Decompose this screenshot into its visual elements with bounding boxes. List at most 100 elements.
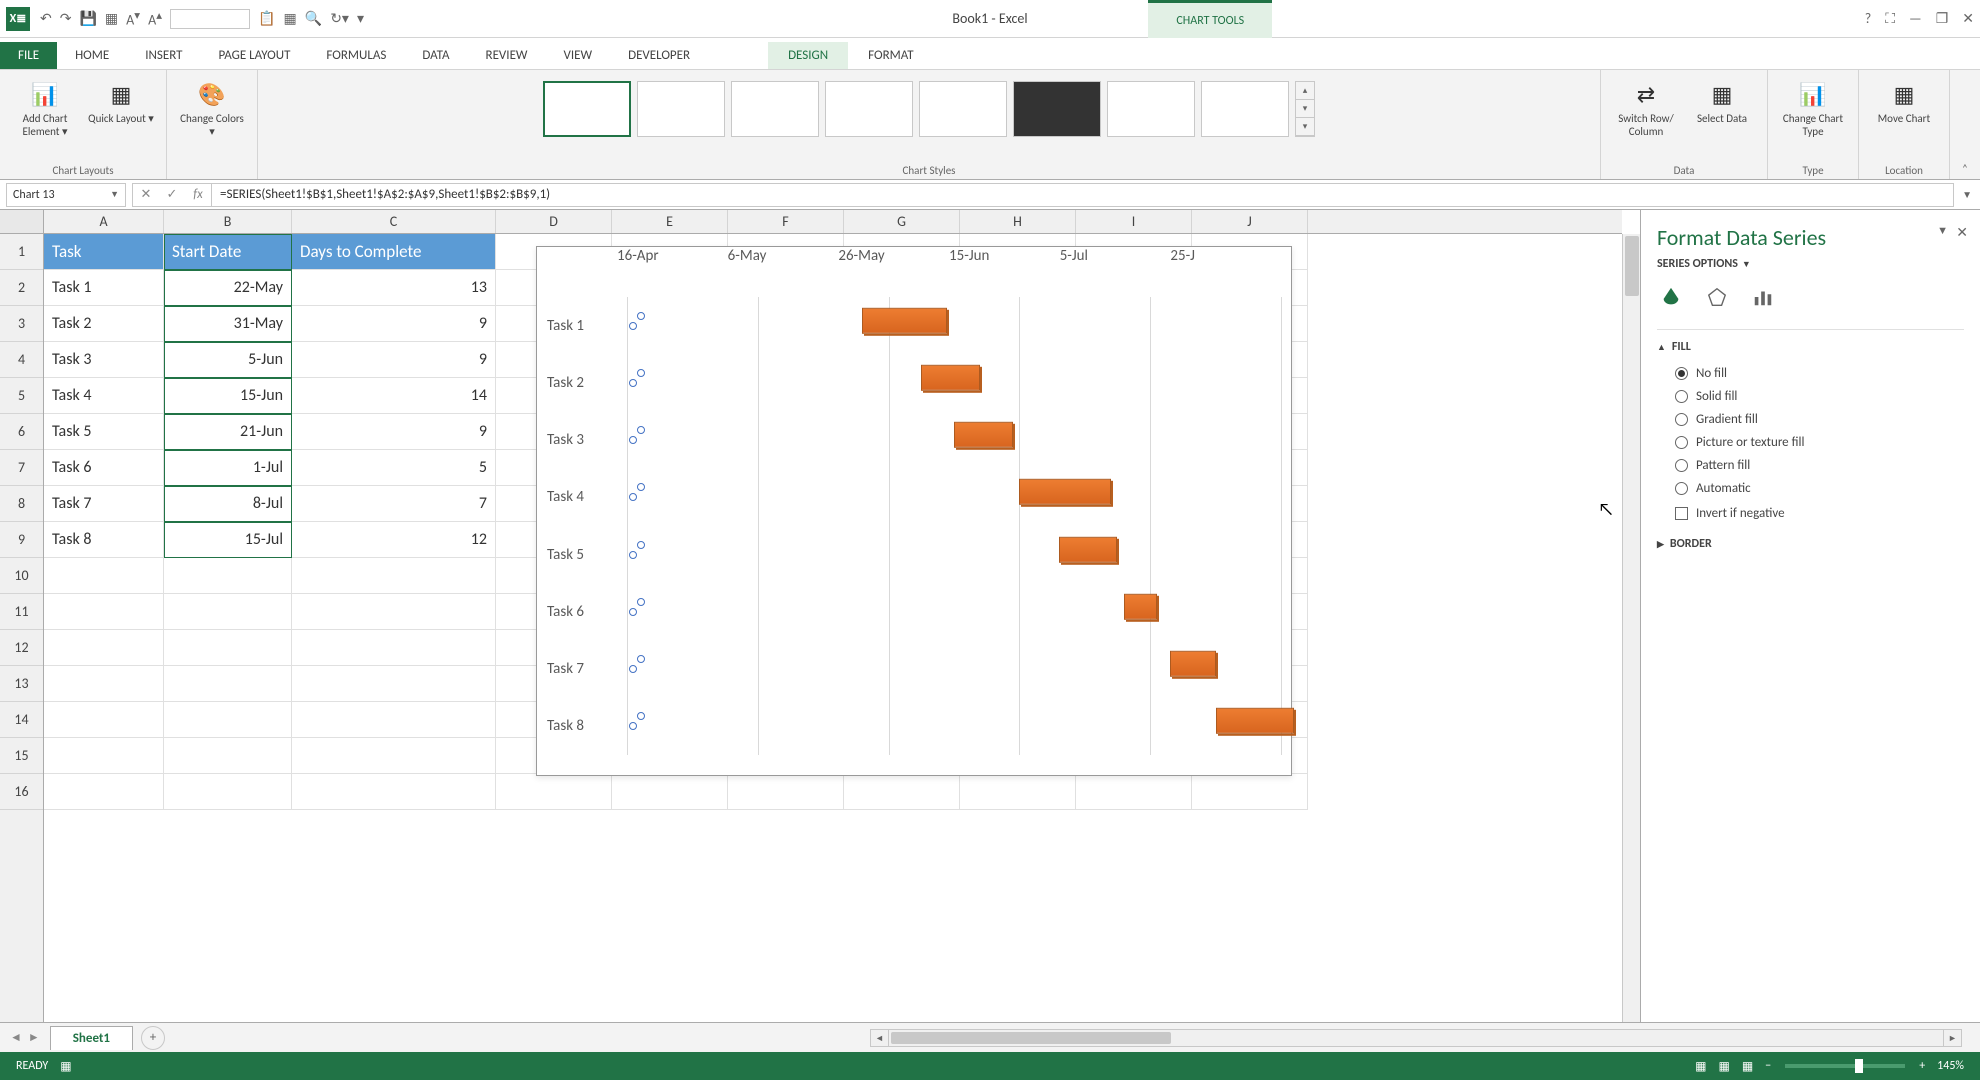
tab-formulas[interactable]: FORMULAS — [308, 42, 404, 69]
row-header-10[interactable]: 10 — [0, 558, 43, 594]
add-sheet-button[interactable]: + — [141, 1026, 165, 1050]
row-header-2[interactable]: 2 — [0, 270, 43, 306]
save-icon[interactable]: 💾 — [79, 10, 96, 27]
chart-style-6[interactable] — [1013, 81, 1101, 137]
fill-line-icon[interactable] — [1657, 283, 1685, 311]
cell-C8[interactable]: 7 — [292, 486, 496, 522]
fill-option-solid-fill[interactable]: Solid fill — [1657, 385, 1964, 408]
pane-options-icon[interactable]: ▼ — [1937, 224, 1948, 237]
cell-C9[interactable]: 12 — [292, 522, 496, 558]
view-normal-icon[interactable]: ▦ — [1695, 1059, 1706, 1074]
series-selection-handle[interactable] — [629, 551, 637, 559]
cell-C10[interactable] — [292, 558, 496, 594]
formula-input[interactable]: =SERIES(Sheet1!$B$1,Sheet1!$A$2:$A$9,She… — [212, 183, 1954, 207]
chart-style-5[interactable] — [919, 81, 1007, 137]
cell-H16[interactable] — [960, 774, 1076, 810]
row-header-9[interactable]: 9 — [0, 522, 43, 558]
fill-option-no-fill[interactable]: No fill — [1657, 362, 1964, 385]
chart-plot-area[interactable] — [627, 297, 1281, 755]
switch-row-column-button[interactable]: ⇄ Switch Row/ Column — [1611, 74, 1681, 142]
row-header-1[interactable]: 1 — [0, 234, 43, 270]
row-header-16[interactable]: 16 — [0, 774, 43, 810]
row-header-3[interactable]: 3 — [0, 306, 43, 342]
chart-style-1[interactable] — [543, 81, 631, 137]
qat-icon-5[interactable]: ↻▾ — [330, 10, 349, 27]
fill-option-automatic[interactable]: Automatic — [1657, 477, 1964, 500]
column-header-A[interactable]: A — [44, 210, 164, 233]
move-chart-button[interactable]: ▦ Move Chart — [1869, 74, 1939, 129]
series-selection-handle[interactable] — [637, 598, 645, 606]
row-header-5[interactable]: 5 — [0, 378, 43, 414]
row-header-15[interactable]: 15 — [0, 738, 43, 774]
cell-A10[interactable] — [44, 558, 164, 594]
sheet-nav-prev-icon[interactable]: ◄ — [10, 1030, 22, 1045]
cell-A15[interactable] — [44, 738, 164, 774]
select-all-corner[interactable] — [0, 210, 44, 233]
cell-A4[interactable]: Task 3 — [44, 342, 164, 378]
cell-B9[interactable]: 15-Jul — [164, 522, 292, 558]
row-header-14[interactable]: 14 — [0, 702, 43, 738]
series-options-icon[interactable] — [1749, 283, 1777, 311]
zoom-slider[interactable] — [1785, 1064, 1905, 1068]
row-header-7[interactable]: 7 — [0, 450, 43, 486]
quick-layout-button[interactable]: ▦ Quick Layout ▾ — [86, 74, 156, 142]
cell-B7[interactable]: 1-Jul — [164, 450, 292, 486]
name-box[interactable]: Chart 13 ▼ — [6, 183, 126, 207]
series-selection-handle[interactable] — [637, 712, 645, 720]
series-selection-handle[interactable] — [629, 379, 637, 387]
chart-bar[interactable] — [1170, 651, 1216, 677]
cell-C5[interactable]: 14 — [292, 378, 496, 414]
cell-B12[interactable] — [164, 630, 292, 666]
row-header-11[interactable]: 11 — [0, 594, 43, 630]
cell-I16[interactable] — [1076, 774, 1192, 810]
cell-B8[interactable]: 8-Jul — [164, 486, 292, 522]
cell-C14[interactable] — [292, 702, 496, 738]
series-selection-handle[interactable] — [629, 722, 637, 730]
change-chart-type-button[interactable]: 📊 Change Chart Type — [1778, 74, 1848, 142]
border-section-header[interactable]: ▶BORDER — [1657, 537, 1964, 551]
cell-C13[interactable] — [292, 666, 496, 702]
tab-view[interactable]: VIEW — [546, 42, 611, 69]
chart-bar[interactable] — [921, 365, 980, 391]
tab-format[interactable]: FORMAT — [848, 42, 933, 69]
cell-B14[interactable] — [164, 702, 292, 738]
row-header-13[interactable]: 13 — [0, 666, 43, 702]
cell-B6[interactable]: 21-Jun — [164, 414, 292, 450]
vertical-scrollbar[interactable] — [1622, 234, 1640, 1022]
cell-C6[interactable]: 9 — [292, 414, 496, 450]
column-header-D[interactable]: D — [496, 210, 612, 233]
change-colors-button[interactable]: 🎨 Change Colors ▾ — [177, 74, 247, 142]
cell-B10[interactable] — [164, 558, 292, 594]
cell-C11[interactable] — [292, 594, 496, 630]
row-header-12[interactable]: 12 — [0, 630, 43, 666]
horizontal-scrollbar[interactable]: ◄ ► — [870, 1029, 1962, 1047]
cell-A16[interactable] — [44, 774, 164, 810]
cell-D16[interactable] — [496, 774, 612, 810]
name-box-dropdown-icon[interactable]: ▼ — [110, 189, 119, 200]
series-selection-handle[interactable] — [637, 312, 645, 320]
qat-dropdown[interactable] — [170, 9, 250, 29]
cell-C16[interactable] — [292, 774, 496, 810]
chart-style-2[interactable] — [637, 81, 725, 137]
chart-style-3[interactable] — [731, 81, 819, 137]
cell-C15[interactable] — [292, 738, 496, 774]
chart-styles-more[interactable]: ▴▾▾ — [1295, 81, 1315, 137]
series-selection-handle[interactable] — [629, 322, 637, 330]
vertical-scroll-thumb[interactable] — [1625, 236, 1639, 296]
tab-home[interactable]: HOME — [57, 42, 127, 69]
row-header-4[interactable]: 4 — [0, 342, 43, 378]
series-selection-handle[interactable] — [637, 426, 645, 434]
series-selection-handle[interactable] — [629, 493, 637, 501]
tab-design[interactable]: DESIGN — [768, 42, 848, 69]
qat-icon-2[interactable]: 📋 — [258, 10, 275, 27]
column-header-B[interactable]: B — [164, 210, 292, 233]
zoom-in-icon[interactable]: + — [1919, 1059, 1925, 1073]
cell-A12[interactable] — [44, 630, 164, 666]
cell-B16[interactable] — [164, 774, 292, 810]
select-data-button[interactable]: ▦ Select Data — [1687, 74, 1757, 142]
cell-C4[interactable]: 9 — [292, 342, 496, 378]
fill-option-gradient-fill[interactable]: Gradient fill — [1657, 408, 1964, 431]
formula-enter-icon[interactable]: ✓ — [159, 184, 185, 206]
column-header-J[interactable]: J — [1192, 210, 1308, 233]
cell-B1[interactable]: Start Date — [164, 234, 292, 270]
